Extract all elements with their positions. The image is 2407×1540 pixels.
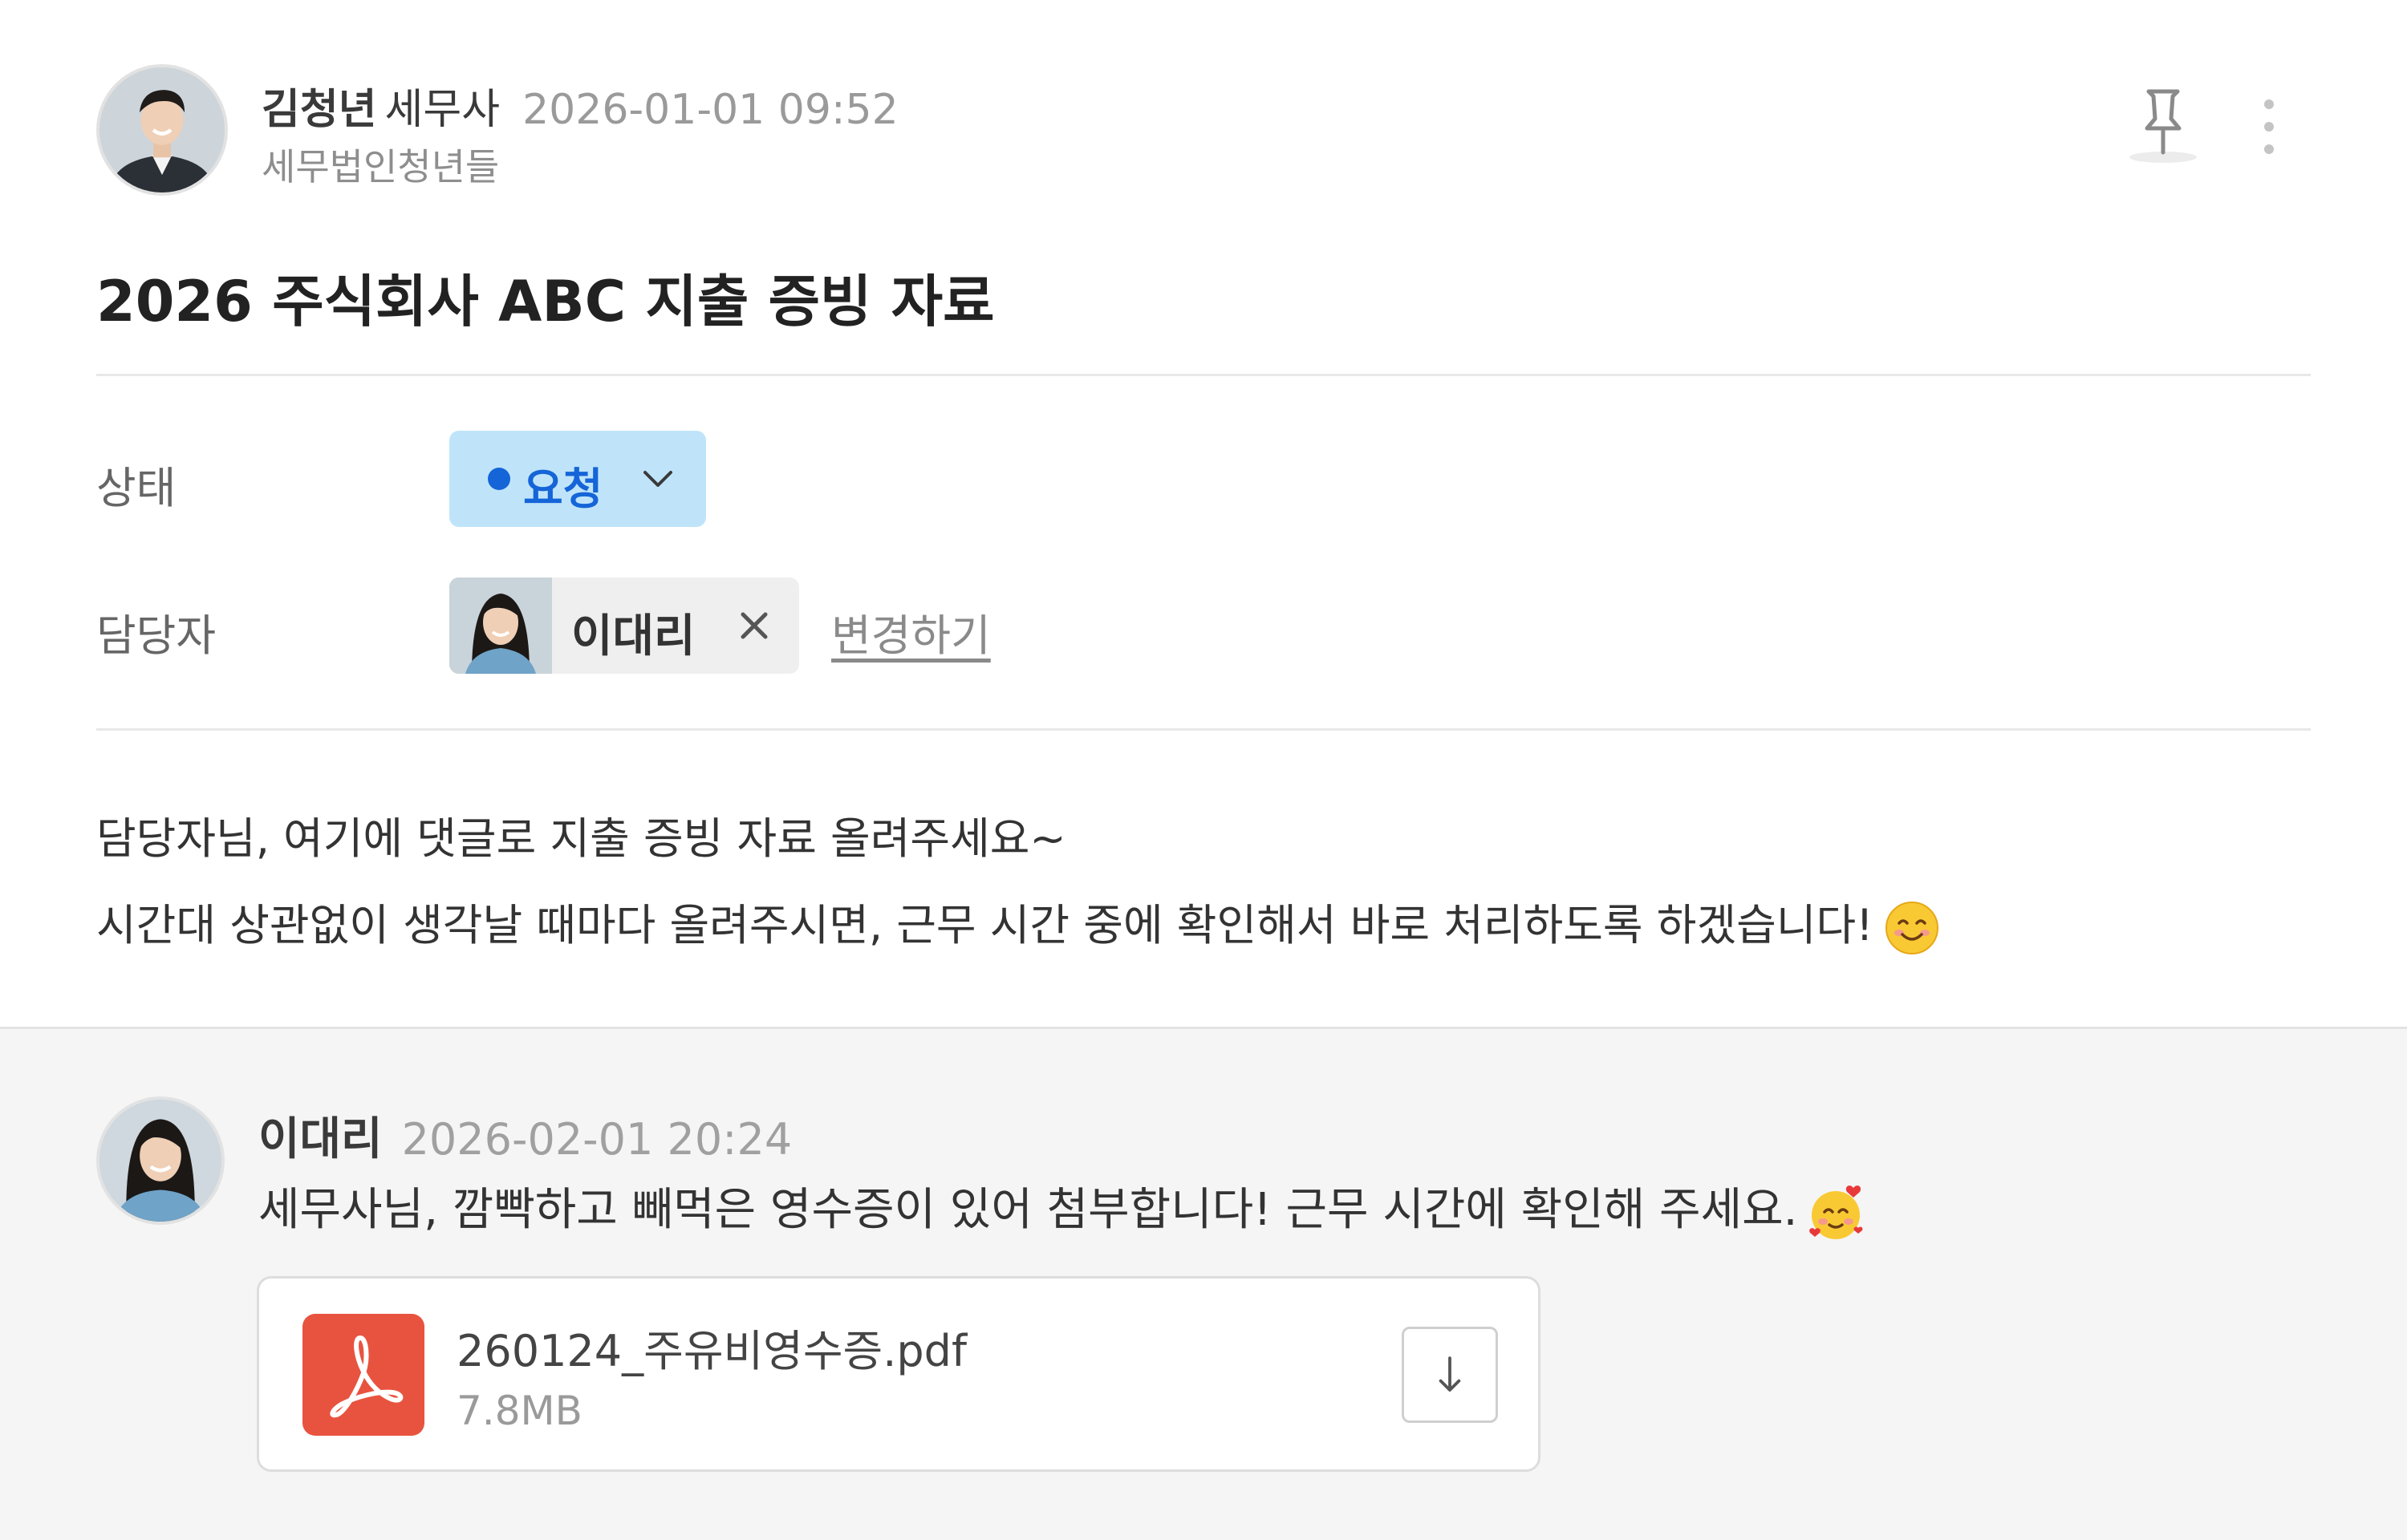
status-label: 상태 bbox=[96, 463, 177, 513]
post-title: 2026 주식회사 ABC 지출 증빙 자료 bbox=[96, 269, 995, 334]
assignee-avatar[interactable] bbox=[449, 578, 552, 674]
author-line: 김청년 세무사 2026-01-01 09:52 bbox=[262, 75, 899, 136]
chevron-down-icon bbox=[643, 471, 672, 487]
status-dot bbox=[488, 468, 510, 490]
post-timestamp: 2026-01-01 09:52 bbox=[522, 86, 899, 134]
smiling-face-with-hearts-emoji bbox=[1809, 1185, 1863, 1239]
file-attachment-card[interactable]: 260124_주유비영수증.pdf 7.8MB bbox=[257, 1276, 1540, 1472]
post-body: 담당자님, 여기에 댓글로 지출 증빙 자료 올려주세요~ 시간대 상관없이 생… bbox=[96, 796, 1941, 969]
author-avatar[interactable] bbox=[96, 64, 228, 196]
comments-section: 이대리 2026-02-01 20:24 세무사님, 깜빡하고 빼먹은 영수증이 … bbox=[0, 1027, 2407, 1540]
post-body-line: 담당자님, 여기에 댓글로 지출 증빙 자료 올려주세요~ bbox=[96, 813, 1066, 864]
download-button[interactable] bbox=[1402, 1327, 1498, 1423]
divider bbox=[96, 728, 2311, 731]
post-body-line: 시간대 상관없이 생각날 때마다 올려주시면, 근무 시간 중에 확인해서 바로… bbox=[96, 882, 1941, 969]
author-firm: 세무법인청년들 bbox=[262, 145, 500, 188]
vertical-ellipsis-icon bbox=[2264, 99, 2274, 154]
post: 김청년 세무사 2026-01-01 09:52 세무법인청년들 2026 주식회사… bbox=[0, 0, 2407, 1027]
task-detail-page: 김청년 세무사 2026-01-01 09:52 세무법인청년들 2026 주식회사… bbox=[0, 0, 2407, 1540]
comment-author: 이대리 bbox=[258, 1113, 383, 1165]
divider bbox=[96, 374, 2311, 376]
female-portrait-icon bbox=[449, 578, 552, 674]
author-role: 세무사 bbox=[384, 86, 501, 134]
comment-text: 세무사님, 깜빡하고 빼먹은 영수증이 있어 첨부합니다! 근무 시간에 확인해… bbox=[258, 1173, 1866, 1242]
pdf-icon bbox=[302, 1314, 424, 1436]
file-size: 7.8MB bbox=[457, 1388, 582, 1434]
file-name: 260124_주유비영수증.pdf bbox=[457, 1326, 967, 1376]
author-name: 김청년 bbox=[262, 86, 377, 134]
status-dropdown[interactable]: 요청 bbox=[449, 431, 706, 527]
assignee-name: 이대리 bbox=[571, 610, 696, 663]
comment-timestamp: 2026-02-01 20:24 bbox=[401, 1114, 793, 1165]
male-portrait-icon bbox=[99, 67, 225, 192]
pin-button[interactable] bbox=[2126, 83, 2200, 167]
comment-text-content: 세무사님, 깜빡하고 빼먹은 영수증이 있어 첨부합니다! 근무 시간에 확인해… bbox=[258, 1184, 1798, 1236]
assignee-label: 담당자 bbox=[96, 610, 217, 661]
post-body-text: 시간대 상관없이 생각날 때마다 올려주시면, 근무 시간 중에 확인해서 바로… bbox=[96, 900, 1873, 950]
female-portrait-icon bbox=[99, 1100, 221, 1222]
close-icon[interactable] bbox=[730, 602, 778, 650]
pushpin-icon bbox=[2129, 89, 2197, 163]
comment-avatar[interactable] bbox=[96, 1096, 225, 1225]
smiling-face-emoji bbox=[1885, 902, 1938, 955]
status-value: 요청 bbox=[523, 464, 603, 514]
assignee-chip: 이대리 bbox=[449, 578, 799, 674]
more-options-button[interactable] bbox=[2251, 96, 2287, 157]
change-assignee-link[interactable]: 변경하기 bbox=[831, 600, 991, 663]
acrobat-logo-icon bbox=[330, 1335, 404, 1418]
comment-header: 이대리 2026-02-01 20:24 bbox=[258, 1103, 792, 1168]
download-arrow-icon bbox=[1439, 1356, 1461, 1392]
